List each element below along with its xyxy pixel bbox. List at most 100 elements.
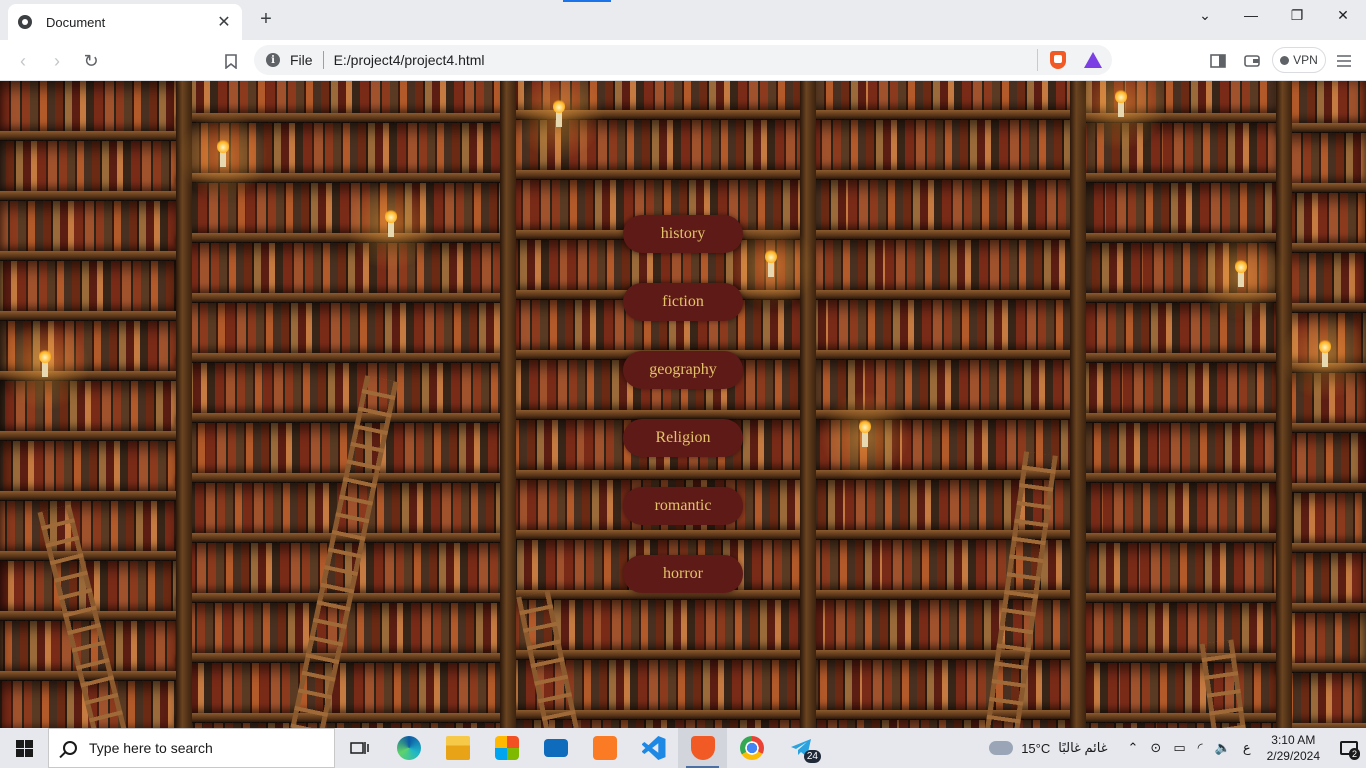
network-adapter-icon[interactable]: ⊙ (1150, 740, 1161, 756)
weather-temp: 15°C (1021, 740, 1051, 756)
shelf-plank (806, 590, 1084, 599)
brave-shield-icon[interactable] (1050, 51, 1066, 69)
shelf-plank (806, 290, 1084, 299)
vpn-label: VPN (1293, 53, 1318, 67)
taskbar-app-chrome[interactable] (727, 728, 776, 768)
shelf-plank (0, 131, 184, 140)
system-tray: 15°C غائم غالبًا ⌃ ⊙ ▭ ◜ 🔈 ع 3:10 AM 2/2… (985, 728, 1366, 768)
shelf-plank (176, 233, 514, 242)
taskbar-app-task-view[interactable] (335, 728, 384, 768)
close-tab-icon[interactable]: ✕ (216, 12, 232, 32)
taskbar-app-vscode[interactable] (629, 728, 678, 768)
taskbar-app-brave[interactable] (678, 728, 727, 768)
language-indicator[interactable]: ع (1243, 740, 1251, 756)
taskbar-app-store[interactable] (482, 728, 531, 768)
shelf-plank (806, 170, 1084, 179)
category-button-history[interactable]: history (623, 215, 743, 253)
candle-icon (217, 139, 229, 167)
category-button-religion[interactable]: Religion (623, 419, 743, 457)
shelf-plank (1076, 173, 1284, 182)
new-tab-button[interactable]: + (256, 9, 276, 29)
clock[interactable]: 3:10 AM 2/29/2024 (1267, 732, 1320, 764)
shelf-plank (176, 413, 514, 422)
info-icon[interactable]: i (266, 53, 280, 67)
book-row (0, 501, 180, 551)
address-bar[interactable]: i File E:/project4/project4.html (254, 45, 1112, 75)
category-button-horror[interactable]: horror (623, 555, 743, 593)
category-button-geography[interactable]: geography (623, 351, 743, 389)
shelf-plank (176, 653, 514, 662)
start-button[interactable] (0, 728, 48, 768)
taskbar-app-edge[interactable] (384, 728, 433, 768)
book-row (0, 201, 180, 251)
book-row (1280, 493, 1366, 543)
bookmark-button[interactable] (220, 50, 242, 72)
book-row (1280, 433, 1366, 483)
shelf-post (1276, 81, 1292, 728)
taskbar-app-mail[interactable] (531, 728, 580, 768)
book-row (1080, 423, 1280, 473)
shelf-plank (806, 110, 1084, 119)
volume-icon[interactable]: 🔈 (1215, 740, 1231, 756)
wallet-button[interactable] (1241, 50, 1263, 72)
book-row (1280, 673, 1366, 723)
address-url[interactable]: E:/project4/project4.html (334, 52, 1037, 68)
shelf-post (800, 81, 816, 728)
store-icon (494, 736, 519, 760)
book-row (0, 261, 180, 311)
restore-button[interactable]: ❐ (1274, 0, 1320, 30)
reload-button[interactable]: ↻ (80, 50, 102, 72)
windows-taskbar: Type here to search 24 15°C غائم غالبًا (0, 728, 1366, 768)
sidebar-button[interactable] (1207, 50, 1229, 72)
book-row (180, 363, 510, 413)
shelf-plank (1076, 533, 1284, 542)
battery-icon[interactable]: ▭ (1173, 740, 1185, 756)
shelf-plank (506, 170, 814, 179)
shelf-plank (1076, 413, 1284, 422)
book-row (810, 240, 1080, 290)
book-row (1280, 81, 1366, 123)
book-row (1080, 603, 1280, 653)
forward-button[interactable]: › (46, 50, 68, 72)
windows-logo-icon (15, 739, 33, 757)
main-menu-button[interactable] (1333, 50, 1355, 72)
candle-icon (765, 249, 777, 277)
notification-count: 2 (1348, 748, 1360, 760)
shelf-plank (176, 713, 514, 722)
menu-icon (1337, 55, 1351, 67)
taskbar-app-xampp[interactable] (580, 728, 629, 768)
wifi-icon[interactable]: ◜ (1198, 740, 1203, 756)
shelf-plank (176, 293, 514, 302)
taskbar-app-file-explorer[interactable] (433, 728, 482, 768)
tab-search-button[interactable]: ⌄ (1182, 0, 1228, 30)
sidebar-icon (1210, 54, 1226, 68)
taskbar-app-telegram[interactable]: 24 (776, 728, 825, 768)
back-button[interactable]: ‹ (12, 50, 34, 72)
book-row (1080, 543, 1280, 593)
category-button-romantic[interactable]: romantic (623, 487, 743, 525)
candle-icon (39, 349, 51, 377)
vpn-button[interactable]: VPN (1272, 47, 1326, 73)
address-scheme: File (290, 52, 313, 68)
category-button-fiction[interactable]: fiction (623, 283, 743, 321)
weather-widget[interactable]: 15°C غائم غالبًا (985, 735, 1108, 756)
tab-document[interactable]: Document ✕ (8, 4, 242, 40)
book-row (0, 441, 180, 491)
notification-center-button[interactable]: 2 (1332, 728, 1366, 768)
shelf-plank (806, 350, 1084, 359)
book-row (1280, 553, 1366, 603)
tab-title: Document (46, 14, 106, 30)
close-window-button[interactable]: ✕ (1320, 0, 1366, 30)
book-row (810, 180, 1080, 230)
chevron-up-icon[interactable]: ⌃ (1128, 740, 1139, 756)
book-row (180, 81, 510, 113)
wallet-icon (1244, 55, 1260, 67)
shelf-plank (806, 650, 1084, 659)
minimize-button[interactable]: — (1228, 0, 1274, 30)
book-row (810, 720, 1080, 728)
brave-rewards-icon[interactable] (1084, 52, 1102, 68)
browser-title-bar: Document ✕ + ⌄ — ❐ ✕ (0, 0, 1366, 40)
taskbar-search[interactable]: Type here to search (48, 728, 335, 768)
shelf-plank (1076, 593, 1284, 602)
vscode-icon (641, 736, 666, 760)
